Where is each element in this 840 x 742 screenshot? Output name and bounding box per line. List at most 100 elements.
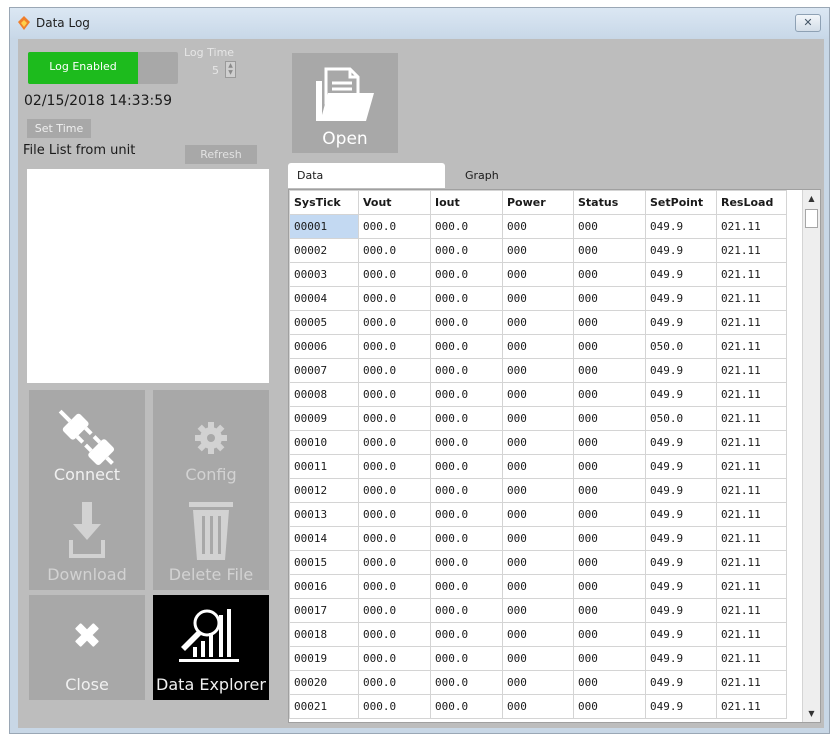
table-cell[interactable]: 000 bbox=[502, 526, 574, 551]
table-cell[interactable]: 000.0 bbox=[430, 526, 503, 551]
table-cell[interactable]: 021.11 bbox=[716, 382, 787, 407]
table-row[interactable]: 00021 000.0 000.0 000 000 049.9 021.11 bbox=[289, 694, 787, 719]
table-row[interactable]: 00006 000.0 000.0 000 000 050.0 021.11 bbox=[289, 334, 787, 359]
column-header[interactable]: Power bbox=[502, 190, 574, 215]
table-cell[interactable]: 00006 bbox=[289, 334, 359, 359]
table-cell[interactable]: 049.9 bbox=[645, 430, 717, 455]
table-cell[interactable]: 000 bbox=[573, 646, 646, 671]
table-cell[interactable]: 050.0 bbox=[645, 406, 717, 431]
table-cell[interactable]: 000.0 bbox=[358, 382, 431, 407]
table-cell[interactable]: 000.0 bbox=[358, 454, 431, 479]
table-row[interactable]: 00005 000.0 000.0 000 000 049.9 021.11 bbox=[289, 310, 787, 335]
table-cell[interactable]: 000 bbox=[502, 478, 574, 503]
table-cell[interactable]: 000.0 bbox=[358, 550, 431, 575]
table-cell[interactable]: 000 bbox=[573, 670, 646, 695]
table-cell[interactable]: 000.0 bbox=[358, 574, 431, 599]
table-cell[interactable]: 000 bbox=[502, 334, 574, 359]
table-cell[interactable]: 000.0 bbox=[430, 238, 503, 263]
table-cell[interactable]: 049.9 bbox=[645, 574, 717, 599]
table-cell[interactable]: 000 bbox=[502, 502, 574, 527]
table-cell[interactable]: 000.0 bbox=[430, 262, 503, 287]
table-cell[interactable]: 049.9 bbox=[645, 526, 717, 551]
table-cell[interactable]: 049.9 bbox=[645, 454, 717, 479]
table-cell[interactable]: 000.0 bbox=[430, 670, 503, 695]
table-row[interactable]: 00014 000.0 000.0 000 000 049.9 021.11 bbox=[289, 526, 787, 551]
table-cell[interactable]: 00018 bbox=[289, 622, 359, 647]
table-cell[interactable]: 000 bbox=[502, 238, 574, 263]
table-cell[interactable]: 049.9 bbox=[645, 238, 717, 263]
table-row[interactable]: 00007 000.0 000.0 000 000 049.9 021.11 bbox=[289, 358, 787, 383]
log-enabled-toggle[interactable]: Log Enabled bbox=[28, 52, 178, 84]
table-cell[interactable]: 049.9 bbox=[645, 286, 717, 311]
table-cell[interactable]: 000.0 bbox=[358, 502, 431, 527]
table-cell[interactable]: 000 bbox=[573, 214, 646, 239]
table-cell[interactable]: 049.9 bbox=[645, 550, 717, 575]
table-row[interactable]: 00008 000.0 000.0 000 000 049.9 021.11 bbox=[289, 382, 787, 407]
table-cell[interactable]: 000.0 bbox=[430, 478, 503, 503]
column-header[interactable]: ResLoad bbox=[716, 190, 787, 215]
table-cell[interactable]: 000.0 bbox=[358, 646, 431, 671]
table-cell[interactable]: 021.11 bbox=[716, 550, 787, 575]
table-cell[interactable]: 000.0 bbox=[430, 646, 503, 671]
column-header[interactable]: SysTick bbox=[289, 190, 359, 215]
table-cell[interactable]: 021.11 bbox=[716, 406, 787, 431]
table-cell[interactable]: 021.11 bbox=[716, 310, 787, 335]
table-row[interactable]: 00013 000.0 000.0 000 000 049.9 021.11 bbox=[289, 502, 787, 527]
tab-data[interactable]: Data bbox=[288, 163, 445, 188]
table-row[interactable]: 00018 000.0 000.0 000 000 049.9 021.11 bbox=[289, 622, 787, 647]
table-cell[interactable]: 049.9 bbox=[645, 622, 717, 647]
table-cell[interactable]: 000 bbox=[573, 262, 646, 287]
table-row[interactable]: 00017 000.0 000.0 000 000 049.9 021.11 bbox=[289, 598, 787, 623]
table-cell[interactable]: 000 bbox=[573, 526, 646, 551]
table-cell[interactable]: 050.0 bbox=[645, 334, 717, 359]
table-cell[interactable]: 000.0 bbox=[430, 598, 503, 623]
table-cell[interactable]: 000 bbox=[573, 694, 646, 719]
table-cell[interactable]: 000 bbox=[573, 382, 646, 407]
table-cell[interactable]: 021.11 bbox=[716, 430, 787, 455]
table-cell[interactable]: 000 bbox=[502, 430, 574, 455]
table-cell[interactable]: 000.0 bbox=[430, 382, 503, 407]
tab-graph[interactable]: Graph bbox=[445, 163, 545, 188]
table-cell[interactable]: 000.0 bbox=[358, 622, 431, 647]
table-cell[interactable]: 021.11 bbox=[716, 502, 787, 527]
table-row[interactable]: 00019 000.0 000.0 000 000 049.9 021.11 bbox=[289, 646, 787, 671]
table-cell[interactable]: 000 bbox=[573, 478, 646, 503]
table-cell[interactable]: 000.0 bbox=[430, 550, 503, 575]
scroll-thumb[interactable] bbox=[805, 209, 818, 228]
table-cell[interactable]: 000.0 bbox=[430, 286, 503, 311]
set-time-button[interactable]: Set Time bbox=[27, 119, 91, 138]
table-cell[interactable]: 000 bbox=[573, 358, 646, 383]
table-row[interactable]: 00002 000.0 000.0 000 000 049.9 021.11 bbox=[289, 238, 787, 263]
table-cell[interactable]: 000.0 bbox=[430, 214, 503, 239]
table-cell[interactable]: 049.9 bbox=[645, 214, 717, 239]
column-header[interactable]: Status bbox=[573, 190, 646, 215]
table-cell[interactable]: 021.11 bbox=[716, 646, 787, 671]
table-cell[interactable]: 000.0 bbox=[358, 478, 431, 503]
table-cell[interactable]: 021.11 bbox=[716, 478, 787, 503]
table-cell[interactable]: 00015 bbox=[289, 550, 359, 575]
table-cell[interactable]: 021.11 bbox=[716, 262, 787, 287]
table-row[interactable]: 00003 000.0 000.0 000 000 049.9 021.11 bbox=[289, 262, 787, 287]
table-cell[interactable]: 00001 bbox=[289, 214, 359, 239]
table-cell[interactable]: 00009 bbox=[289, 406, 359, 431]
table-cell[interactable]: 000 bbox=[573, 430, 646, 455]
table-cell[interactable]: 00017 bbox=[289, 598, 359, 623]
table-cell[interactable]: 000 bbox=[502, 262, 574, 287]
table-cell[interactable]: 000.0 bbox=[358, 310, 431, 335]
table-cell[interactable]: 000.0 bbox=[430, 358, 503, 383]
open-button[interactable]: Open bbox=[292, 53, 398, 153]
table-row[interactable]: 00012 000.0 000.0 000 000 049.9 021.11 bbox=[289, 478, 787, 503]
table-row[interactable]: 00010 000.0 000.0 000 000 049.9 021.11 bbox=[289, 430, 787, 455]
table-cell[interactable]: 00010 bbox=[289, 430, 359, 455]
column-header[interactable]: Iout bbox=[430, 190, 503, 215]
table-cell[interactable]: 000 bbox=[573, 550, 646, 575]
table-cell[interactable]: 00016 bbox=[289, 574, 359, 599]
table-cell[interactable]: 000.0 bbox=[358, 286, 431, 311]
table-cell[interactable]: 049.9 bbox=[645, 310, 717, 335]
table-cell[interactable]: 000.0 bbox=[430, 310, 503, 335]
table-cell[interactable]: 000 bbox=[573, 310, 646, 335]
table-cell[interactable]: 049.9 bbox=[645, 478, 717, 503]
table-cell[interactable]: 000.0 bbox=[430, 454, 503, 479]
connect-button[interactable]: Connect bbox=[29, 390, 145, 490]
table-cell[interactable]: 000 bbox=[502, 454, 574, 479]
